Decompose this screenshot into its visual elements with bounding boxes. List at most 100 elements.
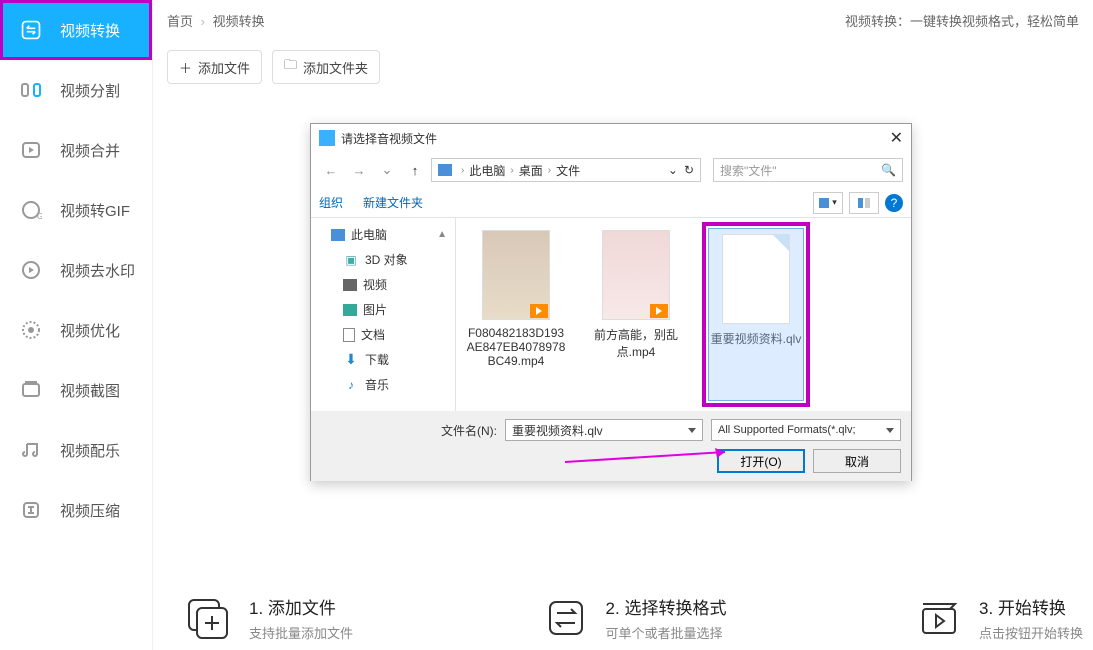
play-badge-icon bbox=[650, 304, 668, 318]
dialog-title: 请选择音视频文件 bbox=[341, 130, 437, 147]
app-icon bbox=[319, 130, 335, 146]
breadcrumb-left: 首页 › 视频转换 bbox=[167, 11, 265, 30]
search-icon: 🔍 bbox=[881, 163, 896, 177]
download-icon: ⬇ bbox=[343, 352, 359, 368]
image-icon bbox=[343, 304, 357, 316]
tree-item-downloads[interactable]: ⬇下载 bbox=[311, 347, 455, 372]
filename-value: 重要视频资料.qlv bbox=[512, 422, 603, 439]
cancel-button[interactable]: 取消 bbox=[813, 449, 901, 473]
nav-forward-button[interactable]: → bbox=[347, 158, 371, 182]
file-name: F080482183D193AE847EB4078978BC49.mp4 bbox=[466, 326, 566, 368]
screenshot-icon bbox=[20, 379, 42, 401]
tree-label: 图片 bbox=[363, 301, 387, 318]
add-file-button[interactable]: ＋添加文件 bbox=[167, 50, 262, 84]
doc-icon bbox=[343, 328, 355, 342]
sidebar-item-music[interactable]: 视频配乐 bbox=[0, 420, 152, 480]
step-title: 2. 选择转换格式 bbox=[606, 594, 727, 619]
tree-item-documents[interactable]: 文档 bbox=[311, 322, 455, 347]
file-item-selected[interactable]: 重要视频资料.qlv bbox=[706, 226, 806, 403]
step-desc: 可单个或者批量选择 bbox=[606, 623, 727, 642]
sidebar-item-optimize[interactable]: 视频优化 bbox=[0, 300, 152, 360]
help-button[interactable]: ? bbox=[885, 194, 903, 212]
optimize-icon bbox=[20, 319, 42, 341]
sidebar-item-convert[interactable]: 视频转换 bbox=[0, 0, 152, 60]
file-thumbnail bbox=[482, 230, 550, 320]
tree-label: 音乐 bbox=[365, 376, 389, 393]
step-title: 1. 添加文件 bbox=[249, 594, 353, 619]
cube-icon: ▣ bbox=[343, 252, 359, 268]
addr-refresh-icon[interactable]: ↻ bbox=[684, 163, 694, 177]
split-icon bbox=[20, 79, 42, 101]
sidebar-item-compress[interactable]: 视频压缩 bbox=[0, 480, 152, 540]
step-start-icon bbox=[913, 594, 965, 642]
step-3: 3. 开始转换点击按钮开始转换 bbox=[913, 594, 1083, 642]
addr-dropdown-icon[interactable]: ⌄ bbox=[668, 163, 678, 177]
new-folder-button[interactable]: 新建文件夹 bbox=[363, 194, 423, 211]
breadcrumb-current: 视频转换 bbox=[213, 14, 265, 29]
sidebar-item-label: 视频压缩 bbox=[60, 500, 120, 521]
sidebar-item-watermark[interactable]: 视频去水印 bbox=[0, 240, 152, 300]
convert-icon bbox=[20, 19, 42, 41]
merge-icon bbox=[20, 139, 42, 161]
dialog-footer: 文件名(N): 重要视频资料.qlv All Supported Formats… bbox=[311, 411, 911, 481]
dialog-body: 此电脑 ▲ ▣3D 对象 视频 图片 文档 ⬇下载 ♪ 音乐 F080482183… bbox=[311, 218, 911, 411]
tree-item-pictures[interactable]: 图片 bbox=[311, 297, 455, 322]
note-icon: ♪ bbox=[343, 377, 359, 393]
nav-up-button[interactable]: ↑ bbox=[403, 158, 427, 182]
sidebar-item-split[interactable]: 视频分割 bbox=[0, 60, 152, 120]
add-folder-button[interactable]: 🗀添加文件夹 bbox=[272, 50, 380, 84]
tree-root-label: 此电脑 bbox=[351, 226, 387, 243]
tree-item-3d[interactable]: ▣3D 对象 bbox=[311, 247, 455, 272]
main-toolbar: ＋添加文件 🗀添加文件夹 bbox=[153, 40, 1093, 84]
chevron-down-icon bbox=[688, 428, 696, 433]
preview-pane-button[interactable] bbox=[849, 192, 879, 214]
file-thumbnail bbox=[602, 230, 670, 320]
breadcrumb-home[interactable]: 首页 bbox=[167, 14, 193, 29]
sidebar-item-screenshot[interactable]: 视频截图 bbox=[0, 360, 152, 420]
addr-seg[interactable]: 此电脑 bbox=[469, 162, 505, 179]
nav-recent-button[interactable]: ⌄ bbox=[375, 158, 399, 182]
file-item[interactable]: 前方高能，别乱点.mp4 bbox=[586, 226, 686, 403]
sidebar-item-label: 视频转换 bbox=[60, 20, 120, 41]
sidebar-item-label: 视频去水印 bbox=[60, 260, 135, 281]
sidebar-item-merge[interactable]: 视频合并 bbox=[0, 120, 152, 180]
addr-seg[interactable]: 桌面 bbox=[519, 162, 543, 179]
sidebar-item-gif[interactable]: G 视频转GIF bbox=[0, 180, 152, 240]
chevron-down-icon bbox=[886, 428, 894, 433]
file-dialog: 请选择音视频文件 ✕ ← → ⌄ ↑ ›此电脑 ›桌面 ›文件 ⌄↻ 搜索"文件… bbox=[310, 123, 912, 481]
breadcrumb-tagline: 视频转换：一键转换视频格式，轻松简单 bbox=[845, 11, 1079, 30]
tree-label: 文档 bbox=[361, 326, 385, 343]
filename-combo[interactable]: 重要视频资料.qlv bbox=[505, 419, 703, 441]
gif-icon: G bbox=[20, 199, 42, 221]
file-thumbnail bbox=[722, 234, 790, 324]
nav-back-button[interactable]: ← bbox=[319, 158, 343, 182]
step-format-icon bbox=[540, 594, 592, 642]
film-icon bbox=[343, 279, 357, 291]
watermark-icon bbox=[20, 259, 42, 281]
tree-item-video[interactable]: 视频 bbox=[311, 272, 455, 297]
scroll-up-icon[interactable]: ▲ bbox=[437, 229, 447, 240]
file-name: 重要视频资料.qlv bbox=[710, 330, 802, 347]
sidebar-item-label: 视频配乐 bbox=[60, 440, 120, 461]
add-folder-label: 添加文件夹 bbox=[303, 58, 368, 77]
format-filter-value: All Supported Formats(*.qlv; bbox=[718, 424, 856, 436]
sidebar-item-label: 视频截图 bbox=[60, 380, 120, 401]
close-icon[interactable]: ✕ bbox=[890, 128, 903, 148]
view-mode-button[interactable]: ▾ bbox=[813, 192, 843, 214]
tree-item-music[interactable]: ♪ 音乐 bbox=[311, 372, 455, 397]
footer-steps: 1. 添加文件支持批量添加文件 2. 选择转换格式可单个或者批量选择 3. 开始… bbox=[183, 594, 1083, 642]
tree-root[interactable]: 此电脑 ▲ bbox=[311, 222, 455, 247]
organize-menu[interactable]: 组织 bbox=[319, 194, 343, 211]
dialog-title-left: 请选择音视频文件 bbox=[319, 130, 437, 147]
step-title: 3. 开始转换 bbox=[979, 594, 1083, 619]
pc-icon bbox=[438, 164, 452, 176]
format-filter-combo[interactable]: All Supported Formats(*.qlv; bbox=[711, 419, 901, 441]
breadcrumb: 首页 › 视频转换 视频转换：一键转换视频格式，轻松简单 bbox=[153, 0, 1093, 40]
search-input[interactable]: 搜索"文件"🔍 bbox=[713, 158, 903, 182]
file-item[interactable]: F080482183D193AE847EB4078978BC49.mp4 bbox=[466, 226, 566, 403]
step-2: 2. 选择转换格式可单个或者批量选择 bbox=[540, 594, 727, 642]
addr-seg[interactable]: 文件 bbox=[556, 162, 580, 179]
dialog-toolbar: 组织 新建文件夹 ▾ ? bbox=[311, 188, 911, 218]
open-button[interactable]: 打开(O) bbox=[717, 449, 805, 473]
address-bar[interactable]: ›此电脑 ›桌面 ›文件 ⌄↻ bbox=[431, 158, 701, 182]
